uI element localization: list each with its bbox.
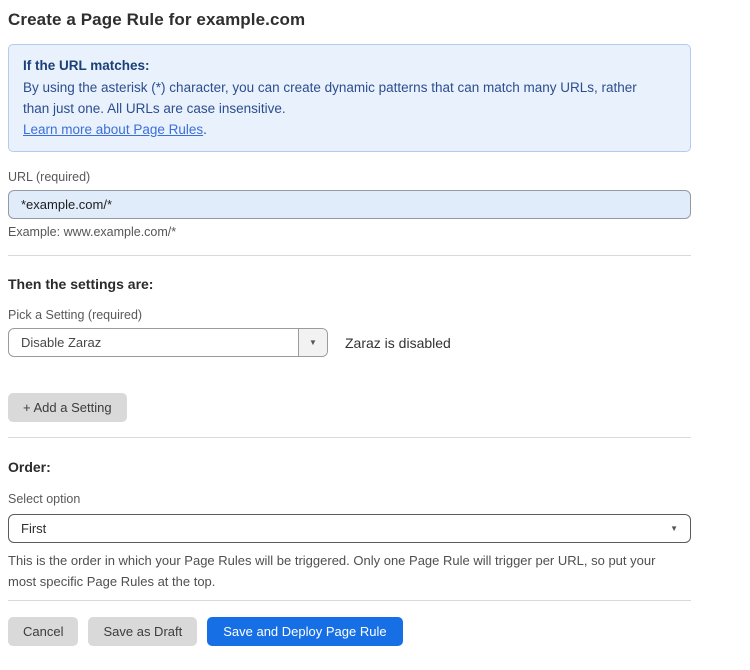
section-divider bbox=[8, 437, 691, 438]
setting-select-value: Disable Zaraz bbox=[9, 329, 298, 356]
save-as-draft-button[interactable]: Save as Draft bbox=[88, 617, 197, 646]
settings-section-heading: Then the settings are: bbox=[8, 276, 691, 292]
order-select-dropdown[interactable]: First ▼ bbox=[8, 514, 691, 543]
info-link-line: Learn more about Page Rules. bbox=[23, 119, 676, 140]
chevron-down-icon: ▼ bbox=[670, 525, 678, 533]
add-setting-button[interactable]: + Add a Setting bbox=[8, 393, 127, 422]
setting-status-text: Zaraz is disabled bbox=[345, 335, 451, 351]
url-example-hint: Example: www.example.com/* bbox=[8, 225, 691, 239]
setting-select-dropdown[interactable]: Disable Zaraz ▼ bbox=[8, 328, 328, 357]
section-divider bbox=[8, 600, 691, 601]
info-box-heading: If the URL matches: bbox=[23, 55, 676, 76]
order-select-label: Select option bbox=[8, 492, 691, 506]
section-divider bbox=[8, 255, 691, 256]
info-box-body: By using the asterisk (*) character, you… bbox=[23, 77, 663, 119]
url-input[interactable] bbox=[8, 190, 691, 219]
learn-more-link[interactable]: Learn more about Page Rules bbox=[23, 122, 203, 137]
order-helper-text: This is the order in which your Page Rul… bbox=[8, 550, 678, 592]
order-select-value: First bbox=[21, 521, 46, 536]
save-and-deploy-button[interactable]: Save and Deploy Page Rule bbox=[207, 617, 402, 646]
pick-setting-label: Pick a Setting (required) bbox=[8, 308, 691, 322]
link-suffix: . bbox=[203, 122, 207, 137]
create-page-rule-form: Create a Page Rule for example.com If th… bbox=[0, 0, 691, 646]
footer-actions: Cancel Save as Draft Save and Deploy Pag… bbox=[8, 617, 691, 646]
chevron-down-icon: ▼ bbox=[309, 339, 317, 347]
url-match-info-box: If the URL matches: By using the asteris… bbox=[8, 44, 691, 152]
setting-row: Disable Zaraz ▼ Zaraz is disabled bbox=[8, 328, 691, 357]
setting-select-arrow-button[interactable]: ▼ bbox=[298, 329, 327, 356]
page-title: Create a Page Rule for example.com bbox=[8, 10, 691, 30]
order-section-heading: Order: bbox=[8, 459, 691, 475]
url-label: URL (required) bbox=[8, 170, 691, 184]
cancel-button[interactable]: Cancel bbox=[8, 617, 78, 646]
